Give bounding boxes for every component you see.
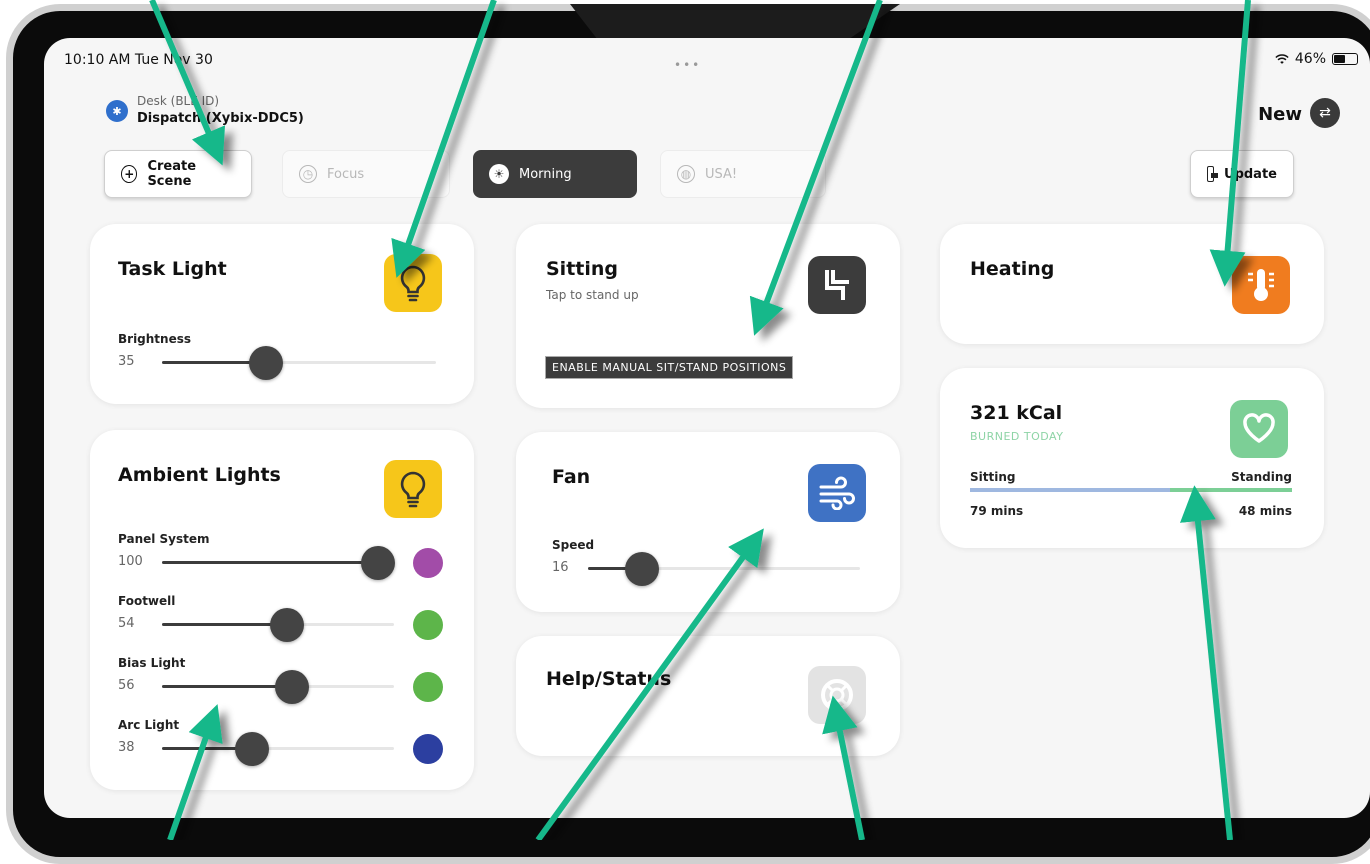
scene-usa-label: USA! [705, 166, 738, 182]
create-scene-label: Create Scene [147, 159, 197, 189]
new-label: New [1258, 104, 1302, 125]
device-name[interactable]: Dispatch (Xybix-DDC5) [137, 111, 304, 126]
scene-morning-button[interactable]: ☀ Morning [473, 150, 637, 198]
swap-device-button[interactable]: ⇄ [1310, 98, 1340, 128]
fan-speed-slider[interactable] [588, 552, 860, 586]
task-light-title: Task Light [118, 258, 227, 280]
sitting-subtitle: Tap to stand up [546, 288, 639, 302]
brightness-value: 35 [118, 354, 135, 369]
sun-icon: ☀ [489, 164, 509, 184]
heart-icon[interactable] [1230, 400, 1288, 458]
sitting-card[interactable]: Sitting Tap to stand up ENABLE MANUAL SI… [516, 224, 900, 408]
save-icon [1207, 166, 1218, 182]
create-scene-button[interactable]: + Create Scene [104, 150, 252, 198]
bias-light-label: Bias Light [118, 656, 186, 670]
chair-icon[interactable] [808, 256, 866, 314]
scene-focus-label: Focus [327, 166, 365, 182]
footwell-color-swatch[interactable] [413, 610, 443, 640]
arc-light-value: 38 [118, 740, 135, 755]
app-screen: 10:10 AM Tue Nov 30 ••• 46% ✱ Desk (BLE … [44, 38, 1370, 818]
standing-ratio-segment [1169, 488, 1292, 492]
panel-system-value: 100 [118, 554, 143, 569]
scene-morning-label: Morning [519, 166, 572, 182]
status-indicators: 46% [1275, 51, 1358, 67]
standing-minutes: 48 mins [1238, 504, 1292, 518]
footwell-value: 54 [118, 616, 135, 631]
battery-icon [1332, 53, 1358, 65]
help-status-card[interactable]: Help/Status [516, 636, 900, 756]
status-time-date: 10:10 AM Tue Nov 30 [64, 52, 213, 68]
wifi-icon [1275, 54, 1289, 64]
update-scene-label: Update [1224, 166, 1277, 182]
help-status-title: Help/Status [546, 668, 672, 690]
calories-card: 321 kCal BURNED TODAY Sitting Standing 7… [940, 368, 1324, 548]
brightness-slider[interactable] [162, 346, 436, 380]
calories-value: 321 kCal [970, 402, 1063, 424]
heating-card[interactable]: Heating [940, 224, 1324, 344]
globe-icon: ◍ [677, 165, 695, 183]
thermometer-icon[interactable] [1232, 256, 1290, 314]
plus-circle-icon: + [121, 165, 138, 183]
ambient-lights-title: Ambient Lights [118, 464, 281, 486]
fan-card: Fan Speed 16 [516, 432, 900, 612]
panel-system-slider[interactable] [162, 546, 395, 580]
sitting-time-label: Sitting [970, 470, 1016, 484]
bluetooth-icon: ✱ [106, 100, 128, 122]
bias-light-slider-knob[interactable] [274, 670, 309, 704]
footwell-slider-fill [162, 623, 288, 626]
sit-stand-ratio-bar [970, 488, 1292, 492]
sitting-title: Sitting [546, 258, 619, 280]
multitasking-dots[interactable]: ••• [674, 58, 701, 72]
scene-focus-button[interactable]: ◷ Focus [282, 150, 450, 198]
lightbulb-icon[interactable] [384, 254, 442, 312]
arc-light-slider-knob[interactable] [235, 732, 270, 766]
panel-system-color-swatch[interactable] [413, 548, 443, 578]
sitting-ratio-segment [970, 488, 1170, 492]
panel-system-label: Panel System [118, 532, 210, 546]
brightness-label: Brightness [118, 332, 192, 346]
help-lifebuoy-icon[interactable] [808, 666, 866, 724]
calories-subtitle: BURNED TODAY [970, 430, 1064, 443]
bias-light-slider-fill [162, 685, 292, 688]
heating-title: Heating [970, 258, 1055, 280]
footwell-slider[interactable] [162, 608, 394, 642]
arc-light-color-swatch[interactable] [413, 734, 443, 764]
bias-light-value: 56 [118, 678, 135, 693]
wind-icon[interactable] [808, 464, 866, 522]
fan-title: Fan [552, 466, 591, 488]
bezel-glare [570, 4, 900, 38]
lightbulb-icon[interactable] [384, 460, 442, 518]
sitting-minutes: 79 mins [970, 504, 1024, 518]
clock-icon: ◷ [299, 165, 317, 183]
footwell-slider-knob[interactable] [270, 608, 305, 642]
arc-light-label: Arc Light [118, 718, 180, 732]
standing-time-label: Standing [1231, 470, 1292, 484]
bias-light-slider[interactable] [162, 670, 394, 704]
fan-speed-slider-knob[interactable] [625, 552, 660, 586]
fan-speed-label: Speed [552, 538, 595, 552]
arc-light-slider[interactable] [162, 732, 394, 766]
task-light-card[interactable]: Task Light Brightness 35 [90, 224, 474, 404]
footwell-label: Footwell [118, 594, 176, 608]
panel-system-slider-knob[interactable] [361, 546, 395, 580]
brightness-slider-knob[interactable] [249, 346, 284, 380]
enable-manual-positions-button[interactable]: ENABLE MANUAL SIT/STAND POSITIONS [545, 356, 794, 379]
scene-usa-button[interactable]: ◍ USA! [660, 150, 826, 198]
ambient-lights-card: Ambient Lights Panel System 100 Footwell… [90, 430, 474, 790]
panel-system-slider-fill [162, 561, 378, 564]
device-subtitle: Desk (BLE ID) [137, 94, 220, 108]
bias-light-color-swatch[interactable] [413, 672, 443, 702]
battery-percent: 46% [1294, 51, 1326, 67]
fan-speed-value: 16 [552, 560, 569, 575]
update-scene-button[interactable]: Update [1190, 150, 1294, 198]
